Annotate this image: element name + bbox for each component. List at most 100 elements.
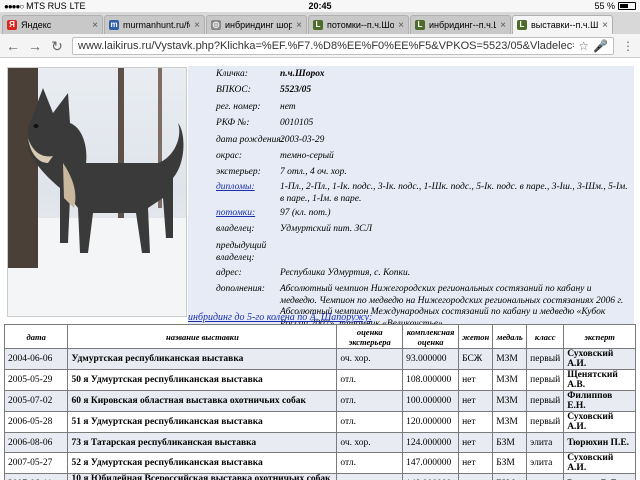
- close-tab-icon[interactable]: ×: [194, 20, 200, 31]
- cell-show-name: 10 я Юбилейная Всероссийская выставка ох…: [67, 473, 338, 480]
- back-icon[interactable]: ←: [6, 39, 20, 53]
- network-label: LTE: [69, 1, 86, 11]
- cell-expert: Филиппов Е.Н.: [563, 390, 636, 412]
- menu-icon[interactable]: ⋮: [622, 39, 634, 53]
- cell-class: первый: [526, 390, 565, 412]
- diplomas-value: 1-Пл., 2-Пл., 1-Ік. подс., 3-Ік. подс., …: [280, 182, 628, 204]
- laika-icon: L: [313, 20, 323, 30]
- tab-1[interactable]: m murmanhunt.ru/foru ×: [104, 15, 205, 34]
- close-tab-icon[interactable]: ×: [398, 20, 404, 31]
- cell-expert: Речкин В.Д.: [563, 473, 636, 480]
- close-tab-icon[interactable]: ×: [296, 20, 302, 31]
- color-label: окрас:: [216, 151, 243, 161]
- cell-expert: Суховский А.И.: [563, 452, 636, 474]
- battery-icon: [618, 2, 636, 10]
- cell-exterior: отл.: [336, 473, 404, 480]
- color-value: темно-серый: [280, 151, 334, 161]
- cell-date: 2005-07-02: [3, 390, 69, 412]
- carrier-label: MTS RUS: [26, 1, 67, 11]
- tab-title: Яндекс: [21, 20, 52, 30]
- offspring-link[interactable]: потомки:: [216, 208, 255, 218]
- owner-label: владелец:: [216, 224, 255, 234]
- cell-date: 2004-06-06: [3, 348, 69, 370]
- table-row: 2005-05-29 50 я Удмуртская республиканска…: [3, 369, 636, 391]
- bookmark-star-icon[interactable]: ☆: [578, 39, 589, 53]
- cell-medal: МЗМ: [492, 369, 528, 391]
- inbreeding-link[interactable]: инбридинг до 5-го колена по А. Шапоружу:: [188, 312, 372, 323]
- tab-title: выставки--п.ч.Шорох: [531, 20, 599, 30]
- cell-token: нет: [458, 390, 494, 412]
- cell-score: 108.000000: [402, 369, 460, 391]
- col-class-header: класс: [526, 324, 565, 349]
- cell-medal: БЗМ: [492, 473, 528, 480]
- col-token-header: жетон: [458, 324, 494, 349]
- table-row: 2006-08-06 73 я Татарская республиканская…: [3, 432, 636, 453]
- url-text[interactable]: www.laikirus.ru/Vystavk.php?Klichka=%EF.…: [78, 40, 574, 52]
- cell-show-name: 73 я Татарская республиканская выставка: [67, 432, 338, 453]
- tab-5[interactable]: Lвыставки--п.ч.Шорох×: [512, 15, 613, 34]
- page-content: Кличка: п.ч.Шорох ВПКОС: 5523/05 рег. но…: [0, 59, 640, 480]
- cell-token: нет: [458, 432, 494, 453]
- dog-info-panel: Кличка: п.ч.Шорох ВПКОС: 5523/05 рег. но…: [188, 66, 634, 329]
- dog-photo-image: [8, 68, 186, 316]
- col-medal-header: медаль: [492, 324, 528, 349]
- col-expert-header: эксперт: [563, 324, 636, 349]
- cell-class: первый: [526, 348, 565, 370]
- table-row: 2004-06-06 Удмуртская республиканская выс…: [3, 348, 636, 370]
- rkf-label: РКФ №:: [216, 118, 250, 128]
- tab-3[interactable]: Lпотомки--п.ч.Шорох×: [308, 15, 409, 34]
- dog-photo: [7, 67, 187, 317]
- diplomas-link[interactable]: дипломы:: [216, 182, 255, 192]
- forum-icon: m: [109, 20, 119, 30]
- browser-toolbar: ← → ↻ www.laikirus.ru/Vystavk.php?Klichk…: [0, 34, 640, 58]
- reg-label: рег. номер:: [216, 102, 261, 112]
- close-tab-icon[interactable]: ×: [500, 20, 506, 31]
- cell-medal: МЗМ: [492, 390, 528, 412]
- vpkos-value: 5523/05: [280, 85, 312, 95]
- globe-icon: ◎: [211, 20, 221, 30]
- yandex-icon: Я: [7, 20, 17, 30]
- cell-exterior: отл.: [336, 390, 404, 412]
- offspring-value: 97 (кл. пот.): [280, 208, 331, 218]
- tab-4[interactable]: Lинбридинг--п.ч.Шо ×: [410, 15, 511, 34]
- tab-title: инбриндинг шороха: [225, 20, 293, 30]
- cell-exterior: оч. хор.: [336, 432, 404, 453]
- cell-show-name: 51 я Удмуртская республиканская выставка: [67, 411, 338, 433]
- tab-0[interactable]: Я Яндекс ×: [2, 15, 103, 34]
- shows-table: дата название выставки оценка экстерьера…: [3, 324, 636, 480]
- cell-exterior: оч. хор.: [336, 348, 404, 370]
- cell-token: нет: [458, 369, 494, 391]
- col-show-header: название выставки: [67, 324, 338, 349]
- cell-medal: МЗМ: [492, 348, 528, 370]
- reload-icon[interactable]: ↻: [50, 39, 64, 53]
- birth-value: 2003-03-29: [280, 135, 325, 145]
- col-date-header: дата: [3, 324, 69, 349]
- table-header-row: дата название выставки оценка экстерьера…: [3, 324, 636, 349]
- cell-show-name: 60 я Кировская областная выставка охотни…: [67, 390, 338, 412]
- forward-icon[interactable]: →: [28, 39, 42, 53]
- address-label: адрес:: [216, 268, 242, 278]
- cell-expert: Суховский А.И.: [563, 411, 636, 433]
- shows-table-body: 2004-06-06 Удмуртская республиканская выс…: [3, 348, 636, 480]
- cell-expert: Тюрюхин П.Е.: [563, 432, 636, 453]
- table-row: 2007-05-27 52 я Удмуртская республиканска…: [3, 452, 636, 474]
- cell-score: 120.000000: [402, 411, 460, 433]
- prev-owner-label: предыдущий владелец:: [216, 241, 267, 263]
- address-value: Республика Удмуртия, с. Копки.: [280, 268, 411, 278]
- cell-score: 148.000000: [402, 473, 460, 480]
- microphone-icon[interactable]: 🎤: [593, 39, 608, 53]
- klichka-value: п.ч.Шорох: [280, 69, 325, 79]
- cell-expert: Щенятский А.В.: [563, 369, 636, 391]
- battery-fill: [620, 4, 628, 8]
- cell-expert: Суховский А.И.: [563, 348, 636, 370]
- col-exterior-header: оценка экстерьера: [336, 324, 404, 349]
- address-bar[interactable]: www.laikirus.ru/Vystavk.php?Klichka=%EF.…: [72, 36, 614, 55]
- close-tab-icon[interactable]: ×: [92, 20, 98, 31]
- cell-score: 93.000000: [402, 348, 460, 370]
- vpkos-label: ВПКОС:: [216, 85, 251, 95]
- cell-class: элита: [526, 473, 565, 480]
- cell-score: 100.000000: [402, 390, 460, 412]
- cell-date: 2006-08-06: [3, 432, 69, 453]
- close-tab-icon[interactable]: ×: [602, 20, 608, 31]
- tab-2[interactable]: ◎ инбриндинг шороха×: [206, 15, 307, 34]
